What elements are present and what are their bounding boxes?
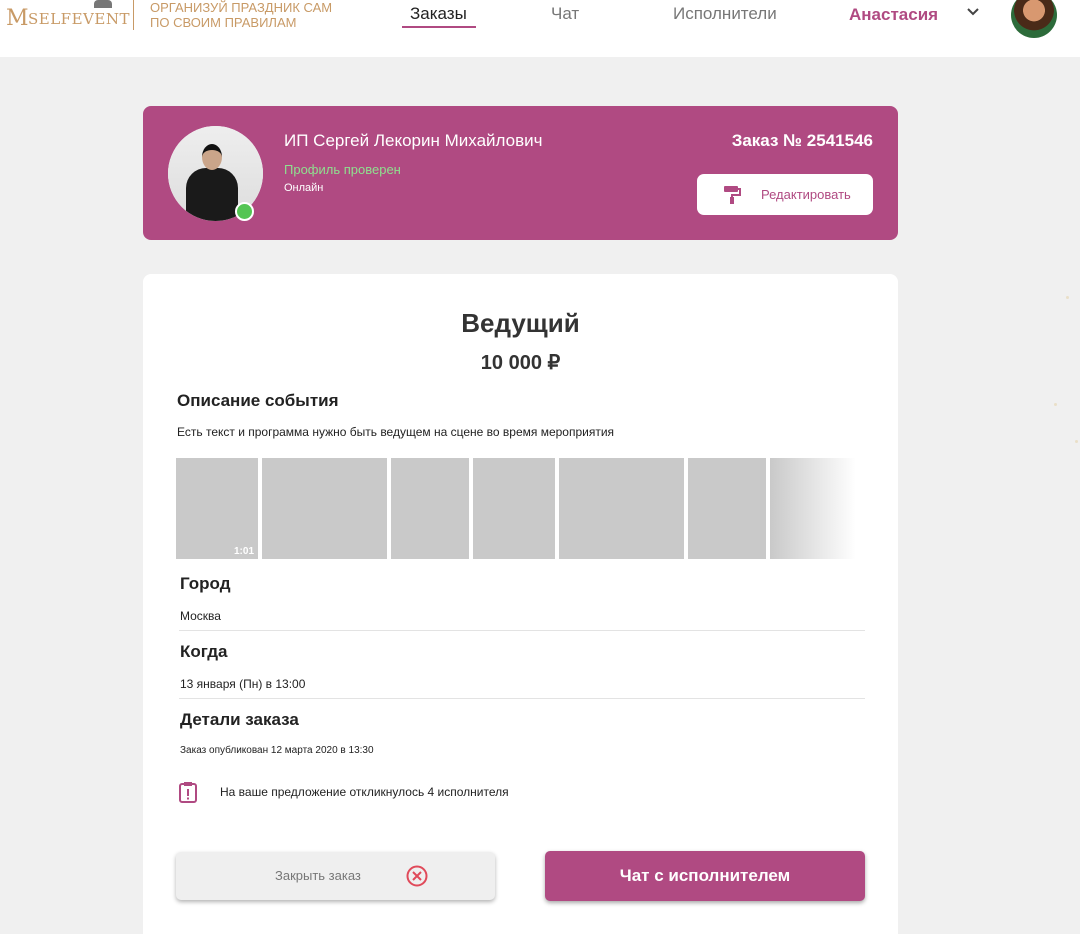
nav-active-underline [402, 26, 476, 28]
description-text: Есть текст и программа нужно быть ведуще… [177, 425, 615, 439]
avatar-figure-body [186, 168, 238, 221]
when-heading: Когда [180, 642, 228, 661]
responses-notice: На ваше предложение откликнулось 4 испол… [220, 785, 509, 799]
online-indicator [235, 202, 254, 221]
edit-button[interactable]: Редактировать [697, 174, 873, 215]
verified-status: Профиль проверен [284, 162, 401, 177]
published-date: Заказ опубликован 12 марта 2020 в 13:30 [180, 745, 374, 756]
media-thumbnail[interactable] [391, 458, 469, 559]
decorative-sparkle [1075, 440, 1078, 443]
close-circle-icon [406, 865, 428, 887]
logo-hat-icon [94, 0, 112, 8]
media-thumbnail[interactable] [262, 458, 387, 559]
avatar-figure-head [202, 144, 222, 170]
media-thumbnail[interactable] [559, 458, 684, 559]
description-heading: Описание события [177, 391, 339, 410]
when-value: 13 января (Пн) в 13:00 [180, 677, 306, 691]
city-heading: Город [180, 574, 231, 593]
media-thumbnail-video[interactable]: 1:01 [176, 458, 258, 559]
order-title: Ведущий [461, 308, 580, 338]
divider [179, 698, 865, 699]
details-heading: Детали заказа [180, 710, 299, 729]
media-thumbnail[interactable] [688, 458, 766, 559]
nav-performers[interactable]: Исполнители [673, 4, 777, 24]
user-name[interactable]: Анастасия [849, 5, 938, 25]
close-order-button[interactable]: Закрыть заказ [176, 852, 495, 900]
media-thumbnail[interactable] [473, 458, 555, 559]
chat-button-label: Чат с исполнителем [619, 866, 791, 885]
divider [179, 630, 865, 631]
chat-with-performer-button[interactable]: Чат с исполнителем [545, 851, 865, 901]
tagline-line-1: ОРГАНИЗУЙ ПРАЗДНИК САМ [150, 0, 333, 15]
top-header: M SELFEVENT ОРГАНИЗУЙ ПРАЗДНИК САМ ПО СВ… [0, 0, 1080, 57]
chevron-down-icon[interactable] [966, 5, 980, 19]
nav-orders[interactable]: Заказы [410, 4, 467, 24]
paint-roller-icon [724, 186, 741, 204]
tagline-line-2: ПО СВОИМ ПРАВИЛАМ [150, 15, 297, 30]
logo-text: SELFEVENT [28, 10, 130, 28]
decorative-sparkle [1054, 403, 1057, 406]
tagline: ОРГАНИЗУЙ ПРАЗДНИК САМ ПО СВОИМ ПРАВИЛАМ [150, 0, 332, 30]
logo-divider [133, 0, 134, 30]
decorative-sparkle [1066, 296, 1069, 299]
nav-chat[interactable]: Чат [551, 4, 579, 24]
performer-name[interactable]: ИП Сергей Лекорин Михайлович [284, 131, 542, 151]
edit-button-label: Редактировать [761, 187, 851, 202]
order-card: Ведущий 10 000 ₽ Описание события Есть т… [143, 274, 898, 934]
online-status: Онлайн [284, 182, 324, 194]
video-duration: 1:01 [233, 546, 254, 557]
order-price: 10 000 ₽ [480, 352, 561, 374]
user-avatar[interactable] [1011, 0, 1057, 38]
selfevent-logo[interactable]: M SELFEVENT [4, 0, 129, 40]
logo-monogram: M [6, 6, 29, 31]
city-value: Москва [180, 609, 221, 623]
performer-profile-card: ИП Сергей Лекорин Михайлович Профиль про… [143, 106, 898, 240]
close-order-label: Закрыть заказ [275, 868, 361, 883]
clipboard-alert-icon [179, 782, 197, 803]
order-number: Заказ № 2541546 [731, 131, 873, 150]
media-thumbnail-faded[interactable] [770, 458, 856, 559]
